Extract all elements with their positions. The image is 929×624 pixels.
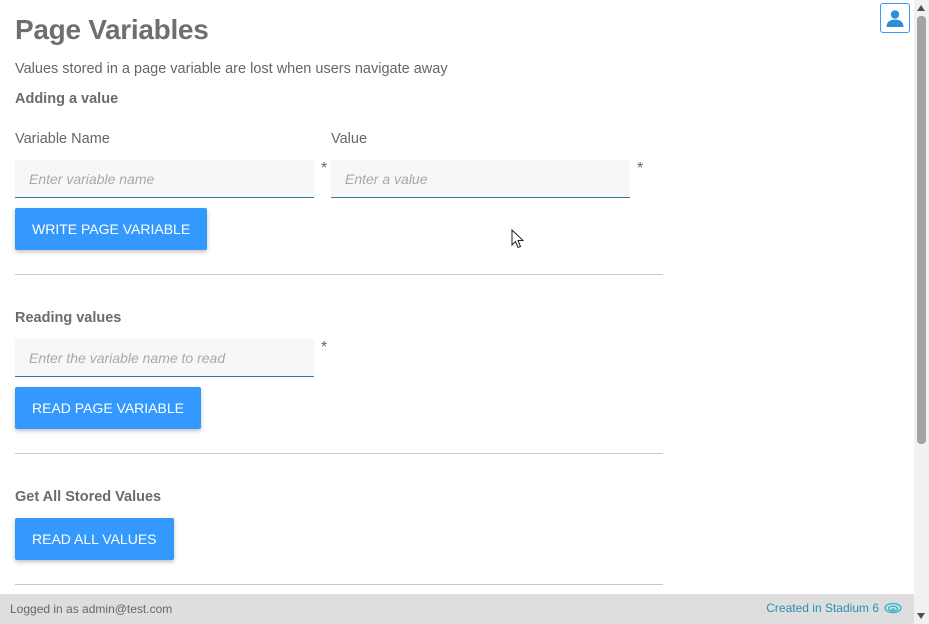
variable-name-label: Variable Name [15, 131, 110, 147]
user-icon [886, 10, 904, 27]
value-label: Value [331, 131, 368, 147]
logged-in-status: Logged in as admin@test.com [10, 602, 173, 616]
read-page-variable-button[interactable]: READ PAGE VARIABLE [15, 387, 201, 429]
variable-name-input[interactable] [15, 160, 314, 198]
read-variable-name-input[interactable] [15, 339, 314, 377]
section-divider [15, 274, 663, 275]
section-divider [15, 584, 663, 585]
read-variable-required-mark: * [321, 339, 328, 356]
adding-value-heading: Adding a value [15, 91, 119, 107]
scroll-down-arrow-icon[interactable] [917, 613, 925, 619]
value-required-mark: * [637, 160, 644, 177]
page-title: Page Variables [15, 14, 209, 45]
scroll-up-arrow-icon[interactable] [917, 5, 925, 11]
get-all-values-heading: Get All Stored Values [15, 489, 162, 505]
reading-values-heading: Reading values [15, 310, 122, 326]
variable-name-required-mark: * [321, 160, 328, 177]
stadium-logo-icon [884, 602, 902, 614]
page-subtitle: Values stored in a page variable are los… [15, 61, 448, 77]
value-input[interactable] [331, 160, 630, 198]
read-all-values-button[interactable]: READ ALL VALUES [15, 518, 174, 560]
created-in-stadium-text: Created in Stadium 6 [766, 601, 879, 615]
created-in-stadium-link[interactable]: Created in Stadium 6 [766, 601, 902, 615]
write-page-variable-button[interactable]: WRITE PAGE VARIABLE [15, 208, 208, 250]
user-menu-button[interactable] [880, 3, 910, 33]
mouse-pointer-icon [511, 229, 525, 249]
vertical-scrollbar[interactable] [914, 0, 929, 624]
section-divider [15, 453, 663, 454]
page-content: Page Variables Values stored in a page v… [0, 0, 914, 594]
scroll-thumb[interactable] [917, 16, 926, 444]
footer-bar: Logged in as admin@test.com Created in S… [0, 594, 914, 624]
